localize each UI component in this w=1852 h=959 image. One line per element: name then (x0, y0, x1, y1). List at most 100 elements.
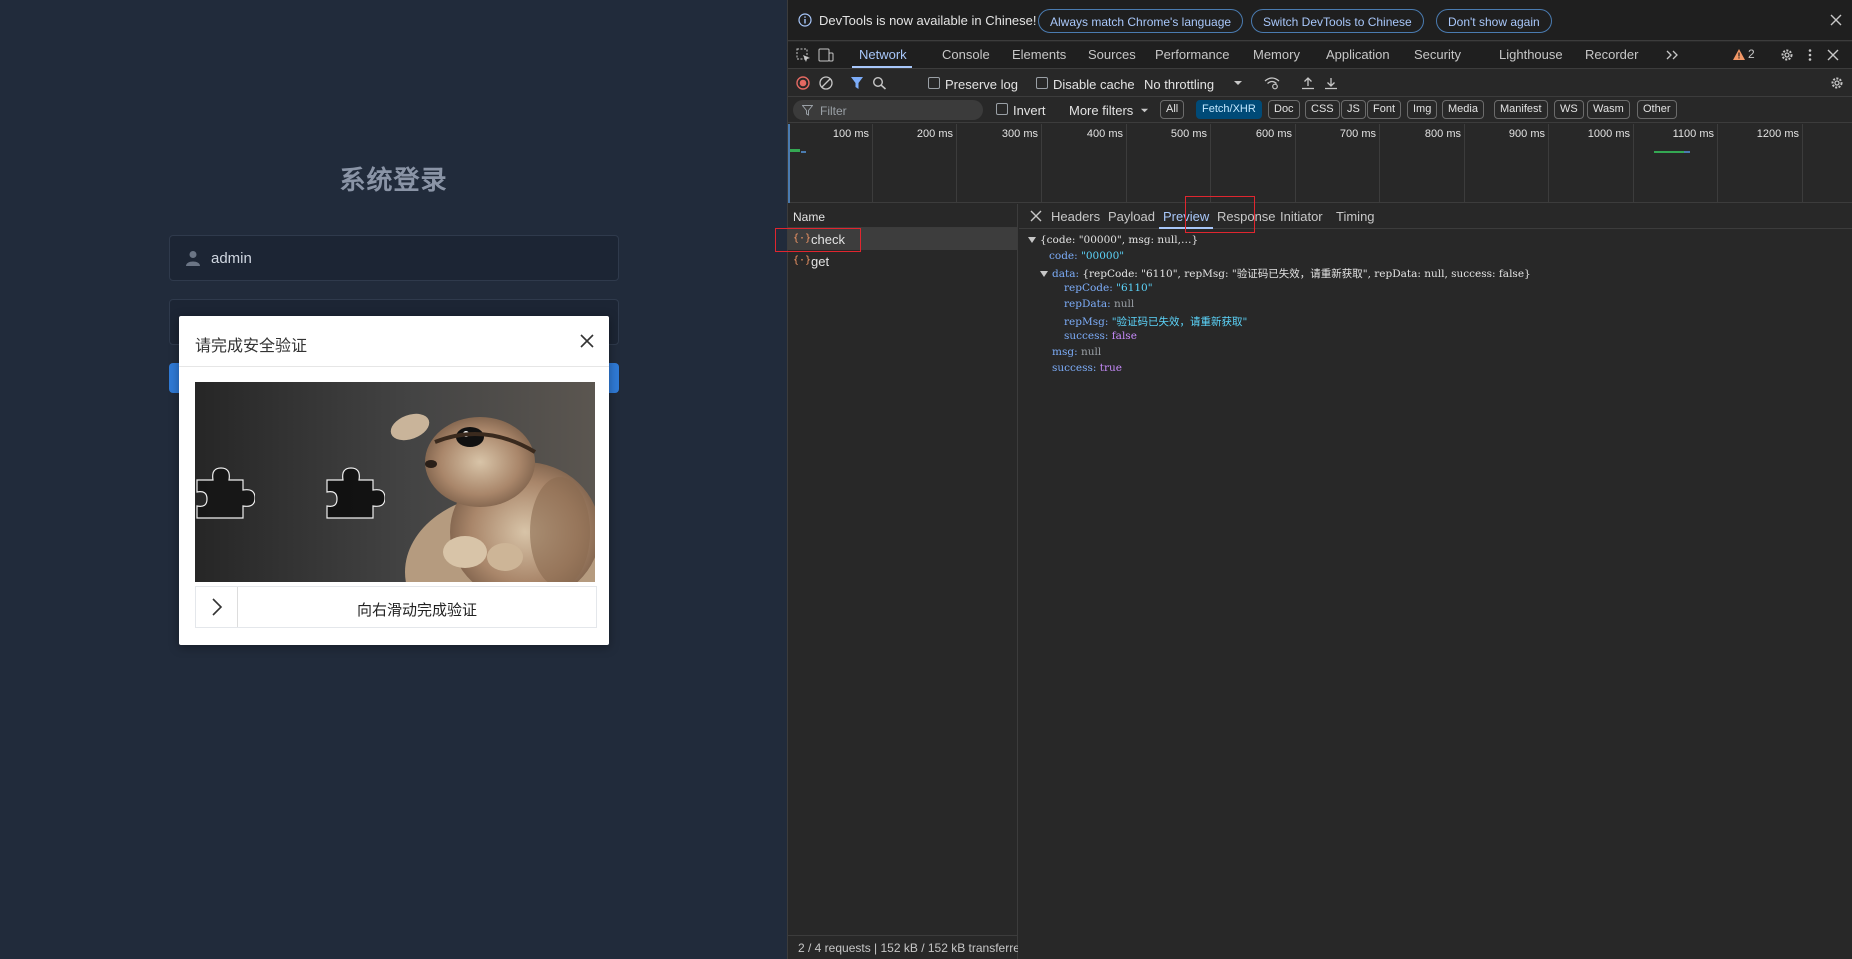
infobar-message: DevTools is now available in Chinese! (819, 13, 1037, 28)
inspect-element-icon[interactable] (796, 48, 812, 62)
devtools-panel: DevTools is now available in Chinese! Al… (775, 0, 1852, 959)
filter-placeholder: Filter (820, 104, 847, 118)
json-row-data[interactable]: data: {repCode: "6110", repMsg: "验证码已失效，… (1040, 266, 1531, 281)
preserve-log-checkbox[interactable] (928, 77, 940, 89)
search-icon[interactable] (872, 76, 888, 90)
json-data-summary: {repCode: "6110", repMsg: "验证码已失效，请重新获取"… (1082, 268, 1531, 280)
stop-recording-icon[interactable] (795, 76, 811, 90)
json-colon: : (1107, 298, 1115, 310)
filter-type-all[interactable]: All (1160, 100, 1185, 119)
filter-type-wasm[interactable]: Wasm (1587, 100, 1630, 119)
timeline-gridline (1633, 124, 1634, 203)
tab-recorder[interactable]: Recorder (1585, 47, 1638, 62)
tab-performance[interactable]: Performance (1155, 47, 1229, 62)
json-row-msg: msg: null (1052, 346, 1101, 358)
devtools-tabbar: Network Console Elements Sources Perform… (788, 42, 1852, 69)
json-value: null (1080, 346, 1102, 358)
timeline-label: 800 ms (1424, 128, 1461, 140)
filter-type-doc[interactable]: Doc (1268, 100, 1300, 119)
tab-memory[interactable]: Memory (1253, 47, 1300, 62)
invert-checkbox[interactable] (996, 103, 1008, 115)
timeline-label: 100 ms (832, 128, 869, 140)
json-colon: : (1104, 330, 1112, 342)
filter-type-font[interactable]: Font (1367, 100, 1402, 119)
json-colon: : (1104, 316, 1112, 328)
warning-icon[interactable] (1733, 49, 1745, 60)
close-icon[interactable] (577, 331, 597, 351)
tab-headers[interactable]: Headers (1051, 209, 1100, 224)
dont-show-again-button[interactable]: Don't show again (1436, 9, 1552, 33)
device-toggle-icon[interactable] (818, 48, 834, 62)
tab-initiator[interactable]: Initiator (1280, 209, 1323, 224)
throttling-select[interactable]: No throttling (1144, 77, 1214, 92)
close-devtools-icon[interactable] (1825, 48, 1841, 62)
filter-type-fetch-xhr[interactable]: Fetch/XHR (1196, 100, 1262, 119)
clear-icon[interactable] (818, 76, 834, 90)
captcha-modal-title: 请完成安全验证 (195, 336, 308, 355)
more-tabs-icon[interactable] (1664, 48, 1680, 62)
captcha-modal-header: 请完成安全验证 (179, 316, 609, 367)
request-name: get (811, 254, 830, 269)
import-har-icon[interactable] (1300, 76, 1316, 90)
timeline-request-bar (1654, 151, 1684, 153)
username-field[interactable]: admin (169, 235, 619, 281)
tab-elements[interactable]: Elements (1012, 47, 1066, 62)
tab-security[interactable]: Security (1414, 47, 1461, 62)
settings-gear-icon[interactable] (1779, 48, 1795, 62)
timeline-gridline (1717, 124, 1718, 203)
request-row[interactable]: {·} get (788, 250, 1017, 272)
close-icon[interactable] (1829, 13, 1843, 27)
json-value: false (1111, 330, 1137, 342)
switch-language-button[interactable]: Switch DevTools to Chinese (1251, 9, 1424, 33)
request-list: Name {·} check {·} get 2 / 4 requests | … (788, 204, 1018, 959)
username-value: admin (211, 250, 252, 267)
tab-sources[interactable]: Sources (1088, 47, 1136, 62)
timeline-label: 400 ms (1086, 128, 1123, 140)
disable-cache-checkbox[interactable] (1036, 77, 1048, 89)
timeline-label: 700 ms (1339, 128, 1376, 140)
slider-handle[interactable] (196, 587, 238, 627)
filter-type-media[interactable]: Media (1442, 100, 1484, 119)
network-conditions-icon[interactable] (1264, 76, 1280, 90)
filter-type-manifest[interactable]: Manifest (1494, 100, 1548, 119)
filter-type-other[interactable]: Other (1637, 100, 1677, 119)
filter-type-img[interactable]: Img (1407, 100, 1438, 119)
close-icon[interactable] (1030, 210, 1042, 222)
filter-type-css[interactable]: CSS (1305, 100, 1340, 119)
tab-lighthouse[interactable]: Lighthouse (1499, 47, 1563, 62)
json-row-code: code: "00000" (1049, 250, 1124, 262)
timeline-gridline (1126, 124, 1127, 203)
json-colon: : (1074, 250, 1082, 262)
network-settings-gear-icon[interactable] (1829, 76, 1845, 90)
timeline-label: 500 ms (1170, 128, 1207, 140)
puzzle-slot-icon (326, 467, 385, 519)
more-options-icon[interactable] (1802, 48, 1818, 62)
more-filters-dropdown[interactable]: More filters (1069, 103, 1133, 118)
expand-triangle-icon[interactable] (1040, 271, 1048, 277)
detail-tabbar: Headers Payload Preview Response Initiat… (1019, 204, 1852, 229)
login-page: 系统登录 admin 请完成安全验证 向右滑动完成验证 (0, 0, 787, 959)
network-toolbar: Preserve log Disable cache No throttling (788, 70, 1852, 97)
tab-console[interactable]: Console (942, 47, 990, 62)
squirrel-image (195, 382, 595, 582)
warning-count: 2 (1748, 47, 1755, 61)
network-overview-timeline[interactable]: 100 ms 200 ms 300 ms 400 ms 500 ms 600 m… (788, 124, 1852, 203)
chevron-down-icon (1234, 81, 1242, 85)
expand-triangle-icon[interactable] (1028, 237, 1036, 243)
name-column-header[interactable]: Name (788, 204, 1017, 228)
filter-type-js[interactable]: JS (1341, 100, 1366, 119)
json-key: repCode (1064, 282, 1110, 294)
info-icon (798, 13, 812, 27)
tab-network[interactable]: Network (859, 47, 907, 62)
filter-funnel-icon[interactable] (850, 76, 866, 90)
captcha-slider[interactable]: 向右滑动完成验证 (195, 586, 597, 628)
json-root-row[interactable]: {code: "00000", msg: null,…} (1028, 234, 1198, 246)
export-har-icon[interactable] (1323, 76, 1339, 90)
filter-input[interactable]: Filter (793, 100, 983, 120)
match-language-button[interactable]: Always match Chrome's language (1038, 9, 1244, 33)
tab-payload[interactable]: Payload (1108, 209, 1155, 224)
tab-timing[interactable]: Timing (1336, 209, 1375, 224)
invert-label: Invert (1013, 103, 1046, 118)
tab-application[interactable]: Application (1326, 47, 1390, 62)
filter-type-ws[interactable]: WS (1554, 100, 1584, 119)
